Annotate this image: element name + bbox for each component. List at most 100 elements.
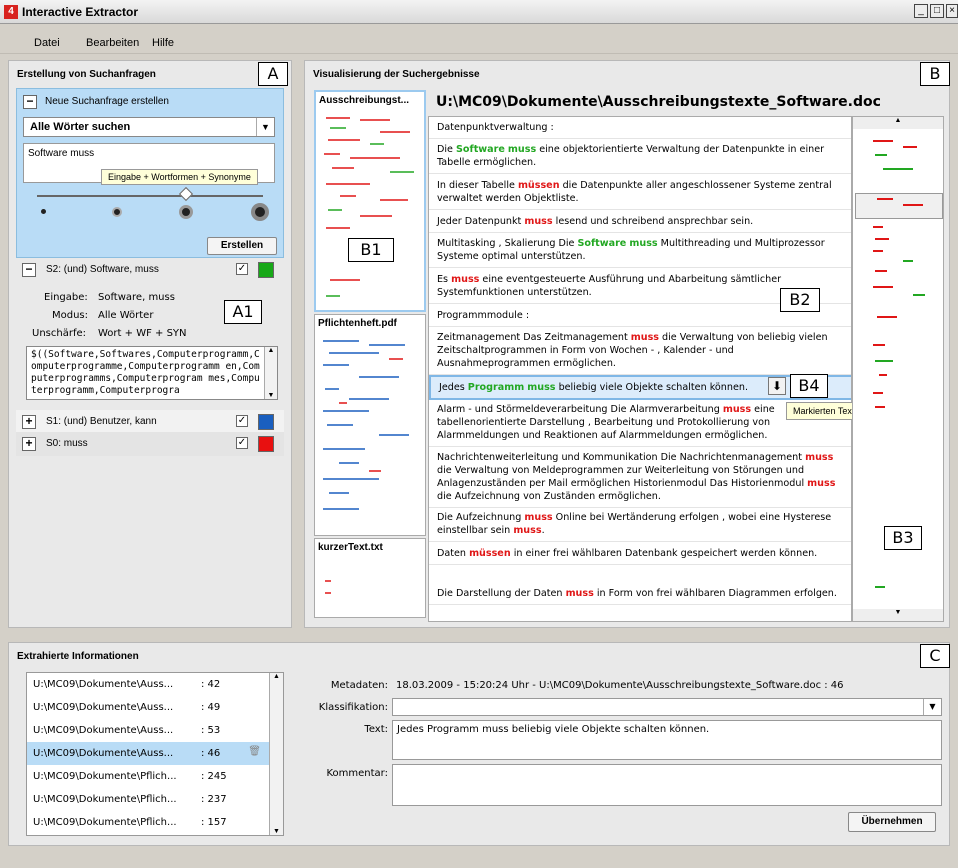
list-item[interactable]: U:\MC09\Dokumente\Pflich...: 245 xyxy=(27,765,269,788)
query-label: S2: (und) Software, muss xyxy=(46,264,159,275)
search-mode-value: Alle Wörter suchen xyxy=(30,121,131,133)
query-label: S0: muss xyxy=(46,438,88,449)
extracted-list[interactable]: U:\MC09\Dokumente\Auss...: 42 U:\MC09\Do… xyxy=(26,672,284,836)
query-panel-title: Erstellung von Suchanfragen xyxy=(17,69,156,80)
query-checkbox[interactable]: ✓ xyxy=(236,437,248,449)
list-item-selected[interactable]: U:\MC09\Dokumente\Auss...: 46 🗑 xyxy=(27,742,269,765)
new-query-box: − Neue Suchanfrage erstellen Alle Wörter… xyxy=(16,88,284,258)
list-scrollbar[interactable]: ▲ ▼ xyxy=(269,673,283,835)
paragraph[interactable]: Daten müssen in einer frei wählbaren Dat… xyxy=(429,543,851,565)
classification-label: Klassifikation: xyxy=(318,702,388,713)
scroll-down-icon[interactable]: ▼ xyxy=(853,609,943,621)
thumbnail-hitmap xyxy=(323,340,409,510)
trash-icon[interactable]: 🗑 xyxy=(248,746,261,757)
doc-thumbnail-2[interactable]: Pflichtenheft.pdf xyxy=(314,314,426,536)
chevron-down-icon[interactable]: ▼ xyxy=(256,118,274,136)
menu-hilfe[interactable]: Hilfe xyxy=(152,37,174,49)
scroll-up-icon[interactable]: ▲ xyxy=(265,347,277,354)
list-item[interactable]: U:\MC09\Dokumente\Auss...: 53 xyxy=(27,719,269,742)
overview-label-b3: B3 xyxy=(884,526,922,550)
metadata-value: 18.03.2009 - 15:20:24 Uhr - U:\MC09\Doku… xyxy=(396,680,844,691)
panel-label-b: B xyxy=(920,62,950,86)
minimize-button[interactable]: _ xyxy=(914,4,928,18)
doc-thumbnail-1[interactable]: Ausschreibungst... xyxy=(314,90,426,312)
fuzziness-step-1[interactable] xyxy=(41,209,46,214)
fuzziness-step-3[interactable] xyxy=(179,205,193,219)
comment-field[interactable] xyxy=(392,764,942,806)
detail-key: Eingabe: xyxy=(44,292,88,303)
query-checkbox[interactable]: ✓ xyxy=(236,415,248,427)
collapse-new-query-button[interactable]: − xyxy=(23,95,37,109)
query-color-swatch[interactable] xyxy=(258,414,274,430)
fuzziness-step-2[interactable] xyxy=(112,207,122,217)
fuzziness-step-4[interactable] xyxy=(251,203,269,221)
paragraph[interactable]: In dieser Tabelle müssen die Datenpunkte… xyxy=(429,175,851,210)
list-item[interactable]: U:\MC09\Dokumente\Pflich...: 157 xyxy=(27,811,269,834)
scroll-up-icon[interactable]: ▲ xyxy=(853,117,943,129)
extract-button[interactable]: ⬇ xyxy=(768,377,786,395)
menu-bearbeiten[interactable]: Bearbeiten xyxy=(86,37,139,49)
expand-query-button[interactable]: + xyxy=(22,415,36,429)
query-row-s1[interactable]: + S1: (und) Benutzer, kann ✓ xyxy=(16,410,284,434)
expand-query-button[interactable]: + xyxy=(22,437,36,451)
paragraph[interactable]: Nachrichtenweiterleitung und Kommunikati… xyxy=(429,447,851,508)
detail-value: Alle Wörter xyxy=(98,310,154,321)
paragraph[interactable]: Zeitmanagement Das Zeitmanagement muss d… xyxy=(429,327,851,375)
thumbnail-title: kurzerText.txt xyxy=(318,542,383,553)
query-expression-box[interactable]: $((Software,Softwares,Computerprogramm,C… xyxy=(26,346,278,400)
collapse-query-button[interactable]: − xyxy=(22,263,36,277)
slider-thumb[interactable] xyxy=(178,186,194,202)
title-bar: 4 Interactive Extractor _ □ × xyxy=(0,0,958,24)
scroll-up-icon[interactable]: ▲ xyxy=(270,673,283,680)
query-color-swatch[interactable] xyxy=(258,262,274,278)
results-panel-title: Visualisierung der Suchergebnisse xyxy=(313,69,480,80)
close-button[interactable]: × xyxy=(946,4,958,18)
scroll-down-icon[interactable]: ▼ xyxy=(270,828,283,835)
query-row-s2[interactable]: − S2: (und) Software, muss ✓ xyxy=(16,258,284,282)
comment-label: Kommentar: xyxy=(326,768,388,779)
query-checkbox[interactable]: ✓ xyxy=(236,263,248,275)
query-label: S1: (und) Benutzer, kann xyxy=(46,416,157,427)
search-mode-select[interactable]: Alle Wörter suchen ▼ xyxy=(23,117,275,137)
paragraph[interactable]: Die Darstellung der Daten muss in Form v… xyxy=(429,577,851,605)
list-item[interactable]: U:\MC09\Dokumente\Pflich...: 237 xyxy=(27,788,269,811)
expression-scrollbar[interactable]: ▲ ▼ xyxy=(264,347,277,399)
selected-paragraph[interactable]: Jedes Programm muss beliebig viele Objek… xyxy=(429,375,851,400)
menu-datei[interactable]: Datei xyxy=(34,37,60,49)
fuzziness-slider[interactable] xyxy=(37,195,263,197)
thumbnail-hitmap xyxy=(325,580,331,594)
text-label: Text: xyxy=(364,724,388,735)
chevron-down-icon[interactable]: ▼ xyxy=(923,699,941,715)
detail-value: Software, muss xyxy=(98,292,175,303)
query-row-s0[interactable]: + S0: muss ✓ xyxy=(16,432,284,456)
app-icon: 4 xyxy=(4,5,18,19)
maximize-button[interactable]: □ xyxy=(930,4,944,18)
horizontal-splitter[interactable] xyxy=(0,632,958,638)
list-item[interactable]: U:\MC09\Dokumente\Auss...: 42 xyxy=(27,673,269,696)
detail-label-a1: A1 xyxy=(224,300,262,324)
document-view[interactable]: Datenpunktverwaltung : Die Software muss… xyxy=(428,116,852,622)
create-query-button[interactable]: Erstellen xyxy=(207,237,277,255)
document-label-b2: B2 xyxy=(780,288,820,312)
panel-label-c: C xyxy=(920,644,950,668)
paragraph[interactable]: Die Software muss eine objektorientierte… xyxy=(429,139,851,174)
scroll-down-icon[interactable]: ▼ xyxy=(265,392,277,399)
paragraph[interactable]: Die Aufzeichnung muss Online bei Wertänd… xyxy=(429,507,851,542)
metadata-label: Metadaten: xyxy=(330,680,388,691)
detail-value: Wort + WF + SYN xyxy=(98,328,187,339)
paragraph[interactable]: Datenpunktverwaltung : xyxy=(429,117,851,139)
down-arrow-icon: ⬇ xyxy=(771,379,783,393)
list-item[interactable]: U:\MC09\Dokumente\Auss...: 49 xyxy=(27,696,269,719)
apply-button[interactable]: Übernehmen xyxy=(848,812,936,832)
paragraph[interactable]: Jeder Datenpunkt muss lesend und schreib… xyxy=(429,211,851,233)
doc-thumbnail-3[interactable]: kurzerText.txt xyxy=(314,538,426,618)
classification-select[interactable]: ▼ xyxy=(392,698,942,716)
fuzziness-tooltip: Eingabe + Wortformen + Synonyme xyxy=(101,169,258,185)
extract-label-b4: B4 xyxy=(790,374,828,398)
detail-key: Modus: xyxy=(52,310,89,321)
text-field[interactable]: Jedes Programm muss beliebig viele Objek… xyxy=(392,720,942,760)
query-color-swatch[interactable] xyxy=(258,436,274,452)
detail-key: Unschärfe: xyxy=(32,328,86,339)
paragraph[interactable]: Multitasking , Skalierung Die Software m… xyxy=(429,233,851,268)
menu-bar: Datei Bearbeiten Hilfe xyxy=(0,34,958,54)
